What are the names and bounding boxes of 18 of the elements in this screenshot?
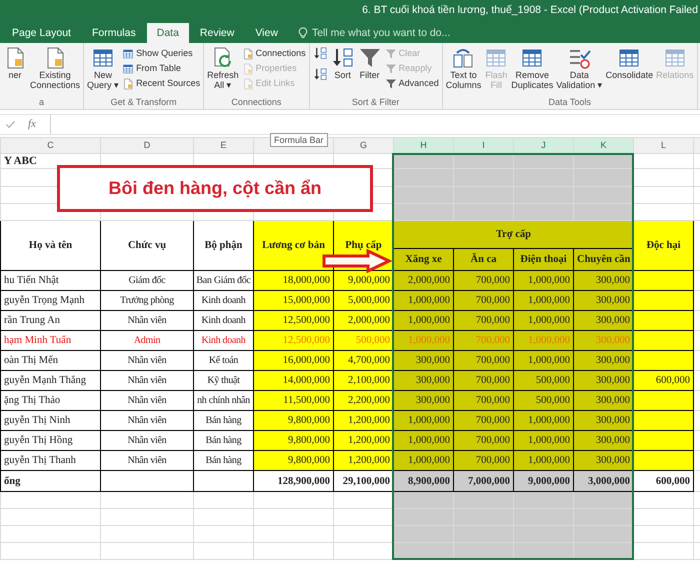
group-label: Get & Transform [110, 96, 178, 109]
group-label: Sort & Filter [350, 96, 400, 109]
window-title: 6. BT cuối khoá tiền lương, thuế_1908 - Excel (Product Activation Failed [362, 3, 698, 18]
group-label: a [38, 96, 46, 109]
table-header-cell: Lương cơ bản [254, 220, 334, 270]
table-header-cell: Độc hại [634, 220, 694, 270]
table-header-cell: Bộ phận [194, 220, 254, 270]
callout-note: Bôi đen hàng, cột cần ẩn [57, 165, 373, 212]
group-label: Data Tools [548, 96, 592, 109]
table-header-cell: Chức vụ [100, 220, 194, 270]
table-header-cell: Trợ cấp [394, 220, 634, 248]
table-header-cell: Ăn ca [454, 248, 514, 270]
group-label: Connections [230, 96, 282, 109]
table-header-cell: Họ và tên [0, 220, 100, 270]
table-header-cell: Xăng xe [394, 248, 454, 270]
table-header-cell: Điện thoại [514, 248, 574, 270]
tooltip: Formula Bar [270, 133, 328, 147]
table-header-cell: Chuyên cần [574, 248, 634, 270]
